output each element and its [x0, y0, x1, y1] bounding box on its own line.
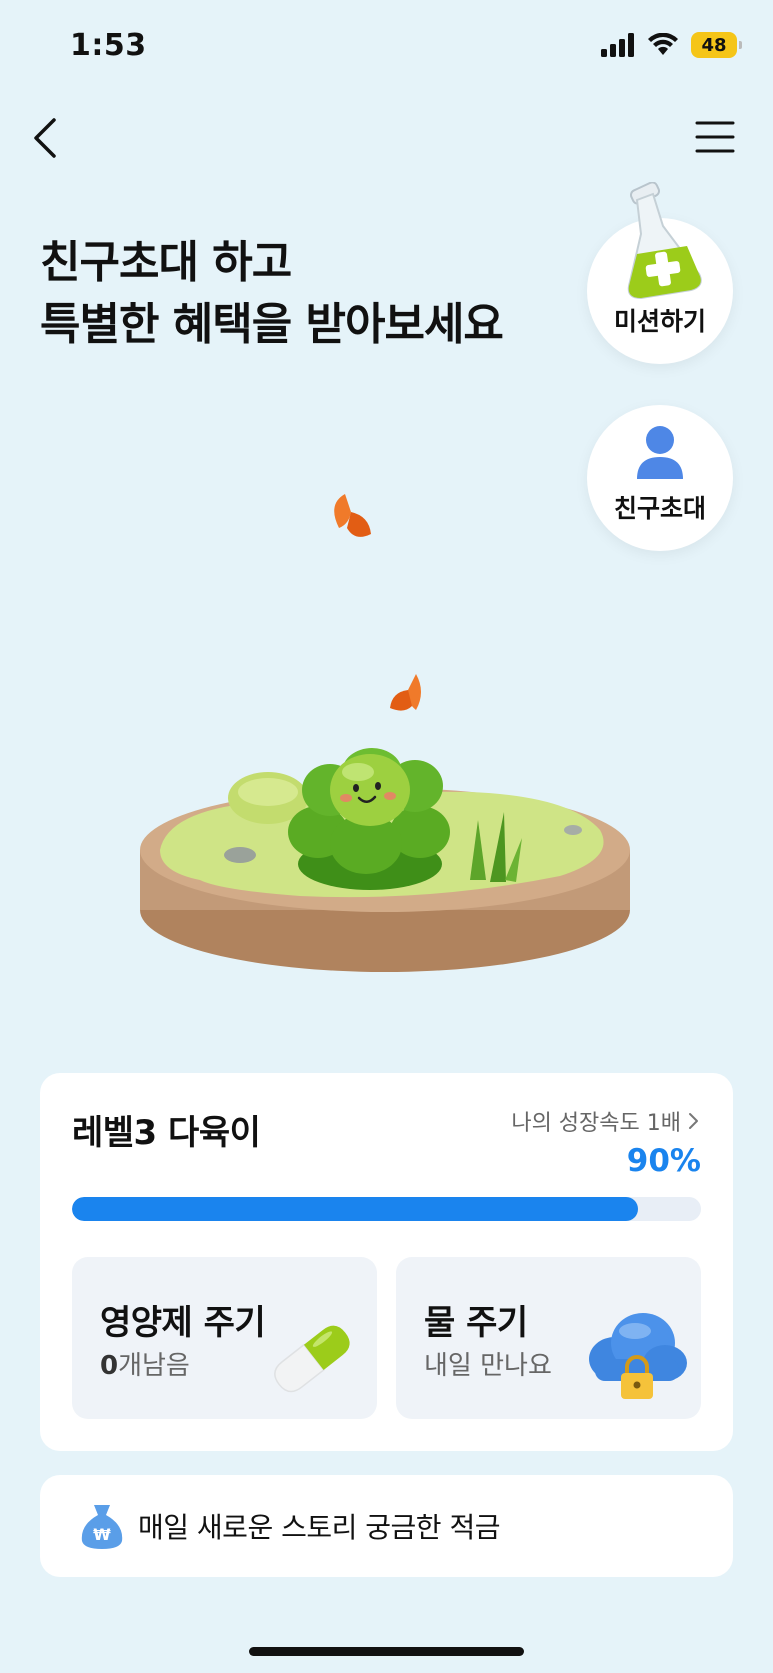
mission-button[interactable]: 미션하기 [587, 182, 733, 364]
give-water-button[interactable]: 물 주기 내일 만나요 [396, 1257, 701, 1419]
growth-progress-bar [72, 1197, 701, 1221]
money-bag-icon: ₩ [81, 1505, 123, 1549]
butterfly-icon [334, 494, 371, 537]
chevron-right-icon [689, 1113, 698, 1129]
nutrient-count: 0 [100, 1351, 119, 1381]
page-headline: 친구초대 하고 특별한 혜택을 받아보세요 [40, 232, 504, 356]
back-button[interactable] [26, 108, 70, 168]
growth-speed-label: 나의 성장속도 1배 [511, 1111, 681, 1136]
mission-label: 미션하기 [613, 307, 706, 336]
progress-fill [72, 1197, 639, 1221]
headline-line-2: 특별한 혜택을 받아보세요 [40, 299, 504, 350]
progress-percent: 90% [626, 1143, 701, 1179]
nutrient-remaining: 0개남음 [100, 1345, 190, 1382]
home-indicator [249, 1647, 524, 1656]
plant-island-illustration [140, 494, 630, 972]
battery-indicator: 48 [691, 32, 742, 58]
svg-text:₩: ₩ [93, 1525, 111, 1544]
level-title: 레벨3 다육이 [72, 1113, 261, 1153]
pill-icon [274, 1325, 350, 1393]
water-status: 내일 만나요 [424, 1351, 552, 1381]
chevron-left-icon [34, 118, 56, 158]
wifi-icon [648, 33, 678, 55]
menu-button[interactable] [693, 118, 737, 158]
headline-line-1: 친구초대 하고 [40, 237, 292, 288]
nutrient-title: 영양제 주기 [100, 1303, 266, 1343]
cloud-lock-icon [589, 1313, 687, 1399]
butterfly-icon [390, 674, 421, 711]
hamburger-icon [695, 121, 735, 153]
level-card: 레벨3 다육이 나의 성장속도 1배 90% 영양제 주기 0개남음 물 주기 … [40, 1073, 733, 1451]
signal-icon [601, 33, 634, 57]
battery-level: 48 [701, 34, 727, 56]
status-time: 1:53 [70, 28, 147, 63]
flask-icon [627, 182, 702, 300]
give-nutrient-button[interactable]: 영양제 주기 0개남음 [72, 1257, 377, 1419]
savings-story-banner[interactable]: ₩ 매일 새로운 스토리 궁금한 적금 [40, 1475, 733, 1577]
water-title: 물 주기 [424, 1303, 528, 1343]
growth-speed-link[interactable]: 나의 성장속도 1배 [511, 1105, 701, 1137]
banner-text: 매일 새로운 스토리 궁금한 적금 [138, 1511, 500, 1544]
succulent-plant [288, 748, 450, 890]
status-icons: 48 [601, 32, 742, 58]
nutrient-count-suffix: 개남음 [118, 1351, 190, 1381]
